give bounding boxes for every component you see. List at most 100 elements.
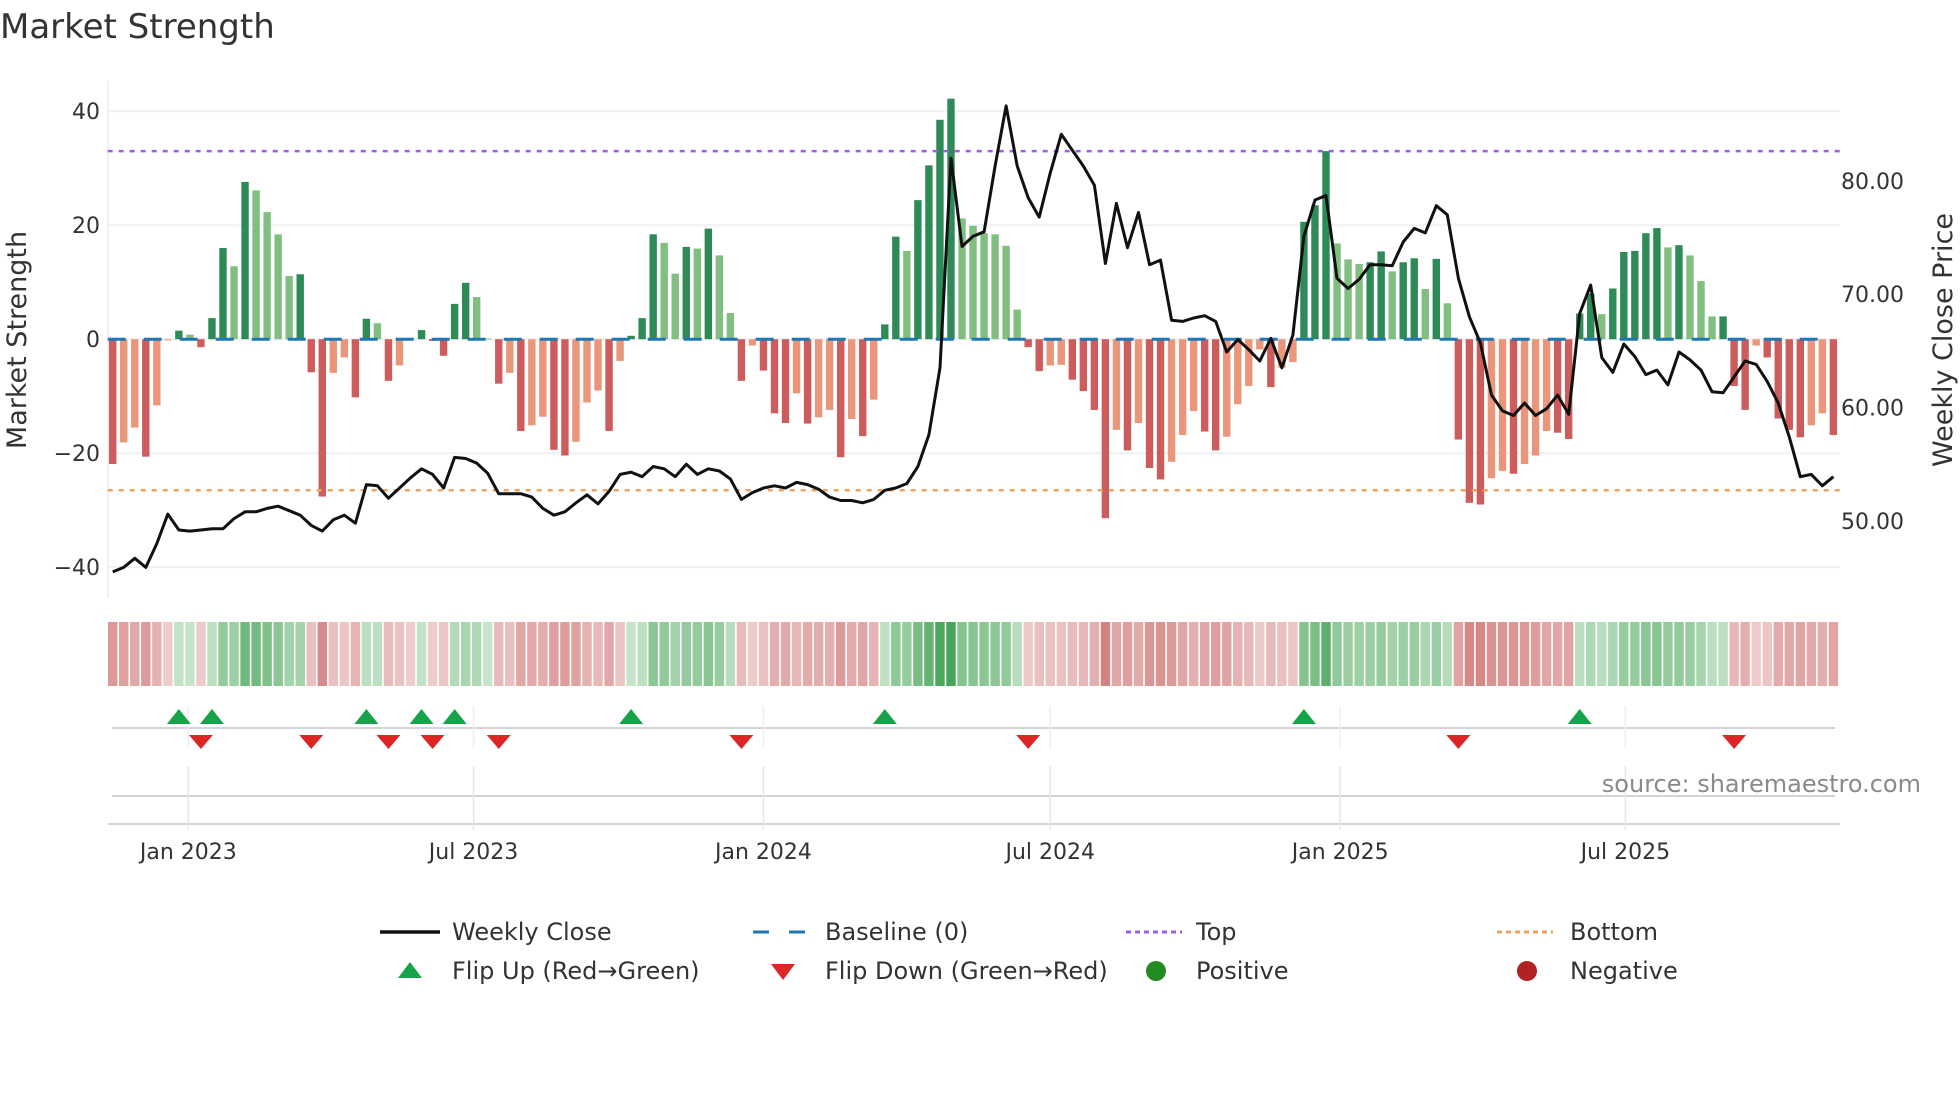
heat-cell [1696, 622, 1706, 686]
strength-bar [1178, 339, 1187, 435]
strength-bar [814, 339, 823, 418]
heat-cell [130, 622, 140, 686]
heat-cell [703, 622, 714, 686]
heat-cell [361, 622, 372, 686]
strength-bar [748, 339, 757, 346]
heat-cell [1354, 622, 1364, 686]
heat-cell [835, 622, 846, 686]
heat-cell [1718, 622, 1728, 686]
strength-bar [318, 339, 326, 497]
heat-cell [891, 622, 901, 686]
strength-bar [1741, 339, 1749, 410]
positive-circle-icon [1146, 961, 1166, 981]
heat-cell [1663, 622, 1673, 686]
heat-cell [1619, 622, 1629, 686]
flip-up-marker [166, 709, 191, 724]
heat-cell [714, 622, 725, 686]
heat-cell [1530, 622, 1541, 686]
heat-cell [593, 622, 603, 686]
x-tick-label: Jan 2024 [713, 840, 812, 865]
strength-bar [1829, 339, 1838, 435]
heat-cell [769, 622, 780, 686]
strength-bar [263, 212, 271, 340]
heat-cell [119, 622, 129, 686]
strength-bar [1807, 339, 1816, 426]
strength-bar [241, 181, 249, 340]
heat-cell [791, 622, 802, 686]
legend-label: Bottom [1570, 918, 1658, 946]
strength-bar [230, 266, 238, 340]
strength-bar [1189, 339, 1198, 412]
heat-cell [152, 622, 162, 686]
flip-down-marker [376, 735, 401, 749]
y-tick-label: −40 [54, 556, 100, 581]
legend-label: Positive [1196, 957, 1289, 985]
heat-cell [1795, 622, 1806, 686]
strength-bar [164, 339, 172, 341]
heat-cell [449, 622, 460, 686]
strength-bar [903, 250, 911, 340]
heat-cell [416, 622, 427, 686]
y-right-axis-label: Weekly Close Price [1928, 213, 1959, 467]
strength-bar [109, 339, 117, 465]
x-tick-label: Jul 2024 [1003, 840, 1095, 865]
heat-cell [1685, 622, 1695, 686]
heat-cell [1707, 622, 1717, 686]
heat-cell [1652, 622, 1662, 686]
strength-bar [1421, 289, 1429, 340]
market-strength-chart: Market Strength 40 20 0 −20 −40 80.00 70.00 60.0… [0, 7, 1959, 985]
y-tick-label: 0 [86, 328, 100, 353]
strength-bar [870, 339, 878, 400]
strength-bar [704, 228, 713, 340]
heat-cell [670, 622, 680, 686]
heat-cell [471, 622, 482, 686]
strength-bar [605, 339, 613, 431]
heat-cell [505, 622, 515, 686]
heat-cell [1045, 622, 1055, 686]
flip-down-marker [1446, 735, 1471, 749]
heat-cell [317, 622, 327, 686]
strength-bar [395, 339, 404, 366]
strength-bar [1223, 339, 1231, 437]
strength-bar [1708, 316, 1716, 340]
strength-bar [461, 282, 470, 340]
heat-cell [1277, 622, 1287, 686]
strength-bar [1697, 281, 1705, 340]
strength-bar [1068, 339, 1077, 380]
heat-cell [913, 622, 923, 686]
strength-bar [671, 273, 679, 340]
heat-cell [747, 622, 758, 686]
flip-down-marker [420, 735, 445, 749]
heat-cell [438, 622, 449, 686]
heat-cell [880, 622, 890, 686]
strength-bar [770, 339, 779, 414]
heat-cell [1828, 622, 1839, 686]
strength-bar [1752, 339, 1760, 346]
strength-bar [1134, 339, 1143, 424]
strength-bar [859, 339, 867, 437]
heat-cell [736, 622, 747, 686]
strength-bar [1631, 250, 1639, 340]
heat-cell [1199, 622, 1210, 686]
strength-bar [616, 339, 624, 361]
heat-cell [1806, 622, 1817, 686]
heat-cell [1343, 622, 1353, 686]
heat-cell [427, 622, 438, 686]
flip-down-marker [1722, 735, 1747, 749]
heat-cell [328, 622, 339, 686]
heat-cell [1288, 622, 1298, 686]
heat-cell [1376, 622, 1386, 686]
strength-bar [1256, 339, 1264, 350]
strength-bar [1642, 233, 1650, 340]
chart-title: Market Strength [0, 7, 275, 47]
heat-cell [1244, 622, 1254, 686]
heat-cell [946, 622, 956, 686]
heat-cell [1012, 622, 1022, 686]
strength-bar [307, 339, 315, 373]
strength-bar [561, 339, 569, 456]
heat-cell [163, 622, 173, 686]
strength-bar [638, 318, 646, 340]
heat-cell [207, 622, 217, 686]
heat-cell [1464, 622, 1475, 686]
flip-down-marker [188, 735, 213, 749]
